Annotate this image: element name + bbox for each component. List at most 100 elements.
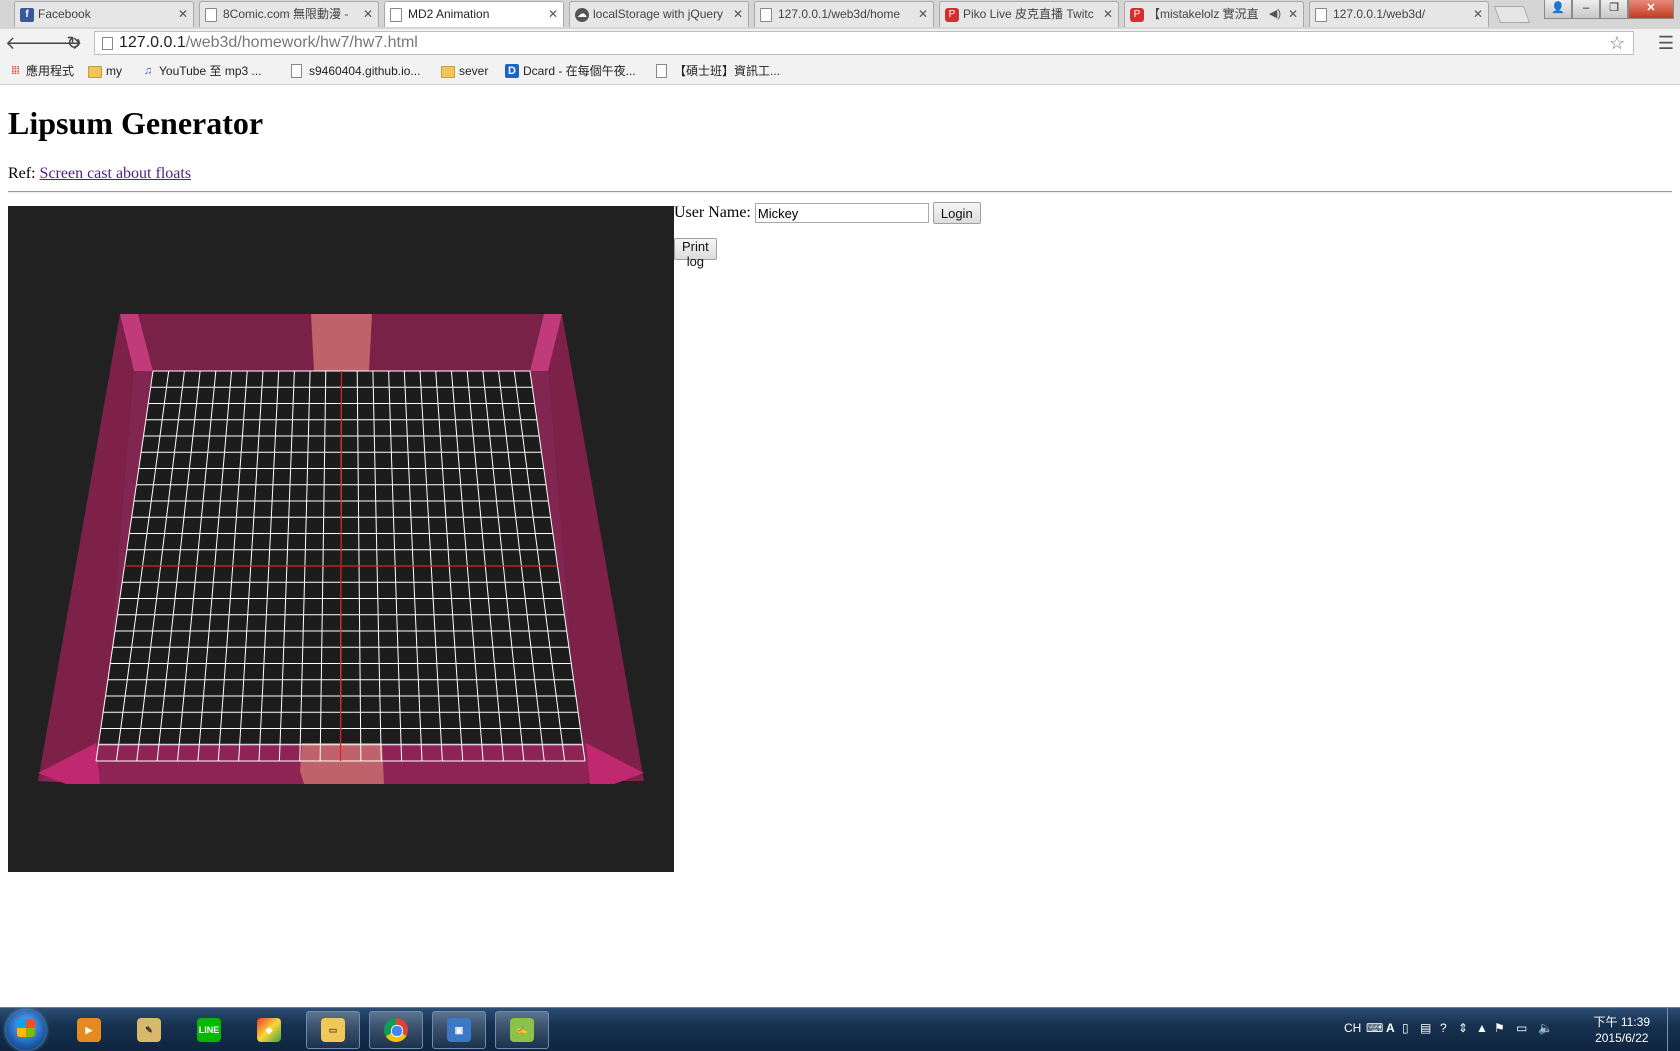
back-opening — [311, 314, 372, 371]
ref-line: Ref: Screen cast about floats — [8, 165, 191, 183]
clock[interactable]: 下午 11:39 2015/6/22 — [1594, 1014, 1650, 1046]
tab-md2-animation[interactable]: MD2 Animation ✕ — [384, 1, 564, 27]
bookmark-masters[interactable]: 【碩士班】資訊工... — [656, 63, 780, 79]
apps-icon: ⁞⁞⁞ — [11, 65, 20, 77]
youtube-mp3-icon: ♫ — [143, 65, 153, 77]
help-icon[interactable]: ? — [1440, 1021, 1447, 1035]
back-icon[interactable]: 🡐 — [5, 32, 53, 54]
folder-icon: ▭ — [321, 1018, 345, 1042]
bookmark-my[interactable]: my — [88, 63, 122, 79]
line-icon: LINE — [197, 1018, 221, 1042]
tab-title: 127.0.0.1/web3d/home — [778, 7, 901, 21]
tab-web3d[interactable]: 127.0.0.1/web3d/ ✕ — [1309, 1, 1489, 27]
show-desktop-button[interactable] — [1667, 1008, 1680, 1051]
taskbar-remote[interactable]: ▣ — [432, 1011, 486, 1049]
login-row: User Name: Login — [674, 201, 981, 225]
bookmark-label: my — [106, 64, 122, 78]
webgl-canvas[interactable] — [8, 206, 674, 872]
browser-toolbar: 🡐 🡒 ↻ 127.0.0.1/web3d/homework/hw7/hw7.h… — [0, 29, 1680, 58]
dcard-icon: D — [505, 64, 519, 78]
windows-logo-icon — [17, 1019, 35, 1037]
print-log-button[interactable]: Print log — [674, 238, 717, 269]
forward-icon[interactable]: 🡒 — [34, 32, 82, 54]
close-window-icon[interactable]: ✕ — [1628, 0, 1674, 19]
menu-icon[interactable]: ☰ — [1658, 33, 1674, 53]
close-icon[interactable]: ✕ — [178, 2, 188, 27]
tab-web3d-home[interactable]: 127.0.0.1/web3d/home ✕ — [754, 1, 934, 27]
network-icon[interactable]: ▭ — [1516, 1021, 1527, 1035]
clock-date: 2015/6/22 — [1595, 1031, 1649, 1045]
action-center-flag-icon[interactable]: ⚑ — [1494, 1021, 1505, 1035]
reload-icon[interactable]: ↻ — [63, 32, 85, 54]
new-tab-button[interactable] — [1493, 6, 1531, 23]
star-icon[interactable]: ☆ — [1609, 32, 1625, 54]
piko-icon: P — [1130, 8, 1144, 22]
page-icon — [291, 64, 302, 78]
login-button[interactable]: Login — [932, 202, 981, 225]
folder-icon — [88, 66, 102, 78]
page-icon — [760, 8, 772, 22]
bookmark-apps[interactable]: ⁞⁞⁞ 應用程式 — [8, 63, 74, 79]
show-hidden-icons[interactable]: ▲ — [1476, 1021, 1488, 1035]
close-icon[interactable]: ✕ — [1288, 2, 1298, 27]
facebook-icon: f — [20, 8, 34, 22]
bookmark-label: Dcard - 在每個午夜... — [523, 64, 636, 78]
front-opening — [300, 743, 384, 784]
url-host: 127.0.0.1 — [119, 34, 186, 51]
taskbar: ▶ ✎ LINE ◆ ▭ ▣ ✍ CH ⌨ A ▯ ▤ ? ⇕ ▲ ⚑ ▭ 🔈 … — [0, 1007, 1680, 1051]
minimize-icon[interactable]: – — [1572, 0, 1600, 19]
tab-title: Facebook — [38, 7, 91, 21]
close-icon[interactable]: ✕ — [733, 2, 743, 27]
page-title: Lipsum Generator — [8, 105, 264, 141]
color-app-icon: ◆ — [257, 1018, 281, 1042]
tab-facebook[interactable]: f Facebook ✕ — [14, 1, 194, 27]
bookmark-label: YouTube 至 mp3 ... — [159, 64, 262, 78]
keyboard-icon[interactable]: ▤ — [1420, 1021, 1431, 1035]
address-bar[interactable]: 127.0.0.1/web3d/homework/hw7/hw7.html ☆ — [94, 31, 1634, 55]
taskbar-app[interactable]: ◆ — [242, 1011, 296, 1049]
clock-time: 下午 11:39 — [1593, 1015, 1650, 1029]
scene-render — [38, 314, 644, 784]
volume-icon[interactable]: 🔈 — [1538, 1021, 1553, 1035]
page-icon — [1315, 8, 1327, 22]
restore-icon[interactable]: ❐ — [1600, 0, 1628, 19]
tab-localstorage[interactable]: ☁ localStorage with jQuery ✕ — [569, 1, 749, 27]
taskbar-media-player[interactable]: ▶ — [62, 1011, 116, 1049]
tab-strip: f Facebook ✕ 8Comic.com 無限動漫 - ✕ MD2 Ani… — [0, 0, 1680, 30]
close-icon[interactable]: ✕ — [548, 2, 558, 27]
font-icon[interactable]: A — [1386, 1021, 1395, 1035]
bookmark-youtube-mp3[interactable]: ♫ YouTube 至 mp3 ... — [141, 63, 262, 79]
ime-icon[interactable]: ⌨ — [1366, 1021, 1383, 1035]
taskbar-explorer[interactable]: ▭ — [306, 1011, 360, 1049]
printlog-row: Print log — [674, 238, 717, 269]
taskbar-chrome[interactable] — [369, 1011, 423, 1049]
bookmarks-bar: ⁞⁞⁞ 應用程式 my ♫ YouTube 至 mp3 ... s9460404… — [0, 58, 1680, 85]
taskbar-editor[interactable]: ✍ — [495, 1011, 549, 1049]
window-controls: 👤 – ❐ ✕ — [1544, 0, 1674, 19]
taskbar-paint[interactable]: ✎ — [122, 1011, 176, 1049]
bookmark-label: 【碩士班】資訊工... — [674, 64, 781, 78]
close-icon[interactable]: ✕ — [1103, 2, 1113, 27]
close-icon[interactable]: ✕ — [918, 2, 928, 27]
window-icon[interactable]: ▯ — [1402, 1021, 1409, 1035]
bookmark-github-io[interactable]: s9460404.github.io... — [291, 63, 420, 79]
ref-prefix: Ref: — [8, 165, 36, 182]
bookmark-dcard[interactable]: D Dcard - 在每個午夜... — [505, 63, 636, 79]
horizontal-rule — [8, 191, 1672, 193]
close-icon[interactable]: ✕ — [1473, 2, 1483, 27]
close-icon[interactable]: ✕ — [363, 2, 373, 27]
tab-mistakelolz[interactable]: P 【mistakelolz 實況直 ◀) ✕ — [1124, 1, 1304, 27]
bookmark-sever[interactable]: sever — [441, 63, 488, 79]
tab-piko-live[interactable]: P Piko Live 皮克直播 Twitc ✕ — [939, 1, 1119, 27]
tray-icon[interactable]: ⇕ — [1458, 1021, 1468, 1035]
tab-8comic[interactable]: 8Comic.com 無限動漫 - ✕ — [199, 1, 379, 27]
bookmark-label: s9460404.github.io... — [309, 64, 421, 78]
user-icon[interactable]: 👤 — [1544, 0, 1572, 19]
media-player-icon: ▶ — [77, 1018, 101, 1042]
taskbar-line[interactable]: LINE — [182, 1011, 236, 1049]
start-button[interactable] — [6, 1010, 46, 1050]
page-content: Lipsum Generator Ref: Screen cast about … — [0, 85, 1680, 1007]
language-indicator[interactable]: CH — [1344, 1021, 1361, 1035]
username-input[interactable] — [754, 203, 929, 224]
ref-link[interactable]: Screen cast about floats — [40, 165, 192, 182]
